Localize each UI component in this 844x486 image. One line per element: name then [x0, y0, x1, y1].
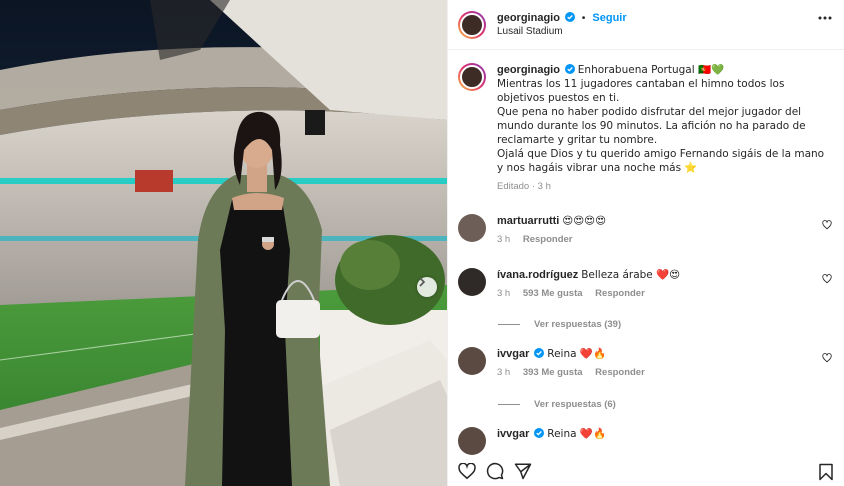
- comment-body: ivvgar Reina ❤️🔥 3 h 393 Me gusta Respon…: [497, 347, 832, 380]
- reply-button[interactable]: Responder: [595, 367, 645, 378]
- comment-username[interactable]: ivvgar: [497, 428, 529, 440]
- caption-line-4: Ojalá que Dios y tu querido amigo Fernan…: [497, 148, 825, 174]
- comment-meta: 3 h 393 Me gusta Responder: [497, 366, 832, 380]
- comment-item: ivvgar Reina ❤️🔥 3 h 393 Me gusta Respon…: [458, 347, 832, 380]
- caption-username[interactable]: georginagio: [497, 64, 560, 76]
- comment-meta: 3 h Responder: [497, 233, 832, 247]
- comment-username[interactable]: ivvgar: [497, 348, 529, 360]
- reply-button[interactable]: Responder: [595, 288, 645, 299]
- author-username[interactable]: georginagio: [497, 12, 560, 24]
- caption-meta: Editado · 3 h: [497, 181, 551, 192]
- author-avatar[interactable]: [458, 10, 486, 39]
- post-header: georginagio • Seguir Lusail Stadium: [448, 0, 844, 50]
- comment-text: Reina ❤️🔥: [547, 348, 607, 360]
- heart-icon[interactable]: [458, 462, 476, 480]
- comment-item: ívana.rodríguez Belleza árabe ❤️😍 3 h 59…: [458, 268, 832, 301]
- comment-body: ivvgar Reina ❤️🔥: [497, 427, 832, 455]
- heart-icon[interactable]: [822, 274, 832, 284]
- view-replies-label: Ver respuestas (6): [534, 399, 616, 410]
- caption: georginagio Enhorabuena Portugal 🇵🇹💚 Mie…: [458, 63, 832, 194]
- verified-icon: [564, 64, 575, 74]
- comment-time: 3 h: [497, 367, 511, 378]
- verified-icon: [564, 11, 575, 22]
- commenter-avatar[interactable]: [458, 347, 486, 375]
- post-action-bar: [448, 456, 844, 486]
- header-text: georginagio • Seguir Lusail Stadium: [497, 11, 627, 39]
- comment-item: martuarrutti 😍😍😍😍 3 h Responder: [458, 214, 832, 247]
- comment-username[interactable]: ívana.rodríguez: [497, 269, 578, 281]
- separator-dot: •: [581, 11, 586, 24]
- heart-icon[interactable]: [822, 353, 832, 363]
- verified-icon: [534, 348, 545, 358]
- caption-line-3: Que pena no haber podido disfrutar del m…: [497, 106, 806, 146]
- comment-likes[interactable]: 593 Me gusta: [523, 288, 583, 299]
- comment-time: 3 h: [497, 234, 511, 245]
- next-photo-button[interactable]: [417, 277, 437, 297]
- replies-divider: [498, 324, 520, 325]
- comment-time: 3 h: [497, 288, 511, 299]
- comment-text: Belleza árabe ❤️😍: [581, 269, 681, 281]
- commenter-avatar[interactable]: [458, 214, 486, 242]
- comment-username[interactable]: martuarrutti: [497, 215, 559, 227]
- share-icon[interactable]: [514, 462, 532, 480]
- reply-button[interactable]: Responder: [523, 234, 573, 245]
- follow-button[interactable]: Seguir: [592, 12, 626, 24]
- comment-text: 😍😍😍😍: [562, 215, 607, 227]
- commenter-avatar[interactable]: [458, 268, 486, 296]
- comment-likes[interactable]: 393 Me gusta: [523, 367, 583, 378]
- view-replies-button[interactable]: Ver respuestas (39): [498, 319, 621, 330]
- comment-item: ivvgar Reina ❤️🔥: [458, 427, 832, 455]
- verified-icon: [534, 428, 545, 438]
- comment-text: Reina ❤️🔥: [547, 428, 607, 440]
- chevron-right-icon: [419, 277, 426, 287]
- comment-icon[interactable]: [486, 462, 504, 480]
- view-replies-label: Ver respuestas (39): [534, 319, 622, 330]
- comment-meta: 3 h 593 Me gusta Responder: [497, 287, 832, 301]
- comment-body: martuarrutti 😍😍😍😍 3 h Responder: [497, 214, 832, 247]
- post-location[interactable]: Lusail Stadium: [497, 25, 627, 39]
- comment-body: ívana.rodríguez Belleza árabe ❤️😍 3 h 59…: [497, 268, 832, 301]
- stadium-photo-illustration: [0, 0, 447, 486]
- caption-line-1: Enhorabuena Portugal 🇵🇹💚: [577, 64, 725, 76]
- bookmark-icon[interactable]: [818, 463, 834, 481]
- more-icon[interactable]: [818, 16, 832, 20]
- caption-line-2: Mientras los 11 jugadores cantaban el hi…: [497, 78, 785, 104]
- author-avatar[interactable]: [458, 63, 486, 91]
- instagram-post-view: georginagio • Seguir Lusail Stadium geor…: [0, 0, 844, 486]
- caption-body: georginagio Enhorabuena Portugal 🇵🇹💚 Mie…: [497, 63, 832, 194]
- heart-icon[interactable]: [822, 220, 832, 230]
- post-photo[interactable]: [0, 0, 447, 486]
- replies-divider: [498, 404, 520, 405]
- post-side-panel: georginagio • Seguir Lusail Stadium geor…: [447, 0, 844, 486]
- commenter-avatar[interactable]: [458, 427, 486, 455]
- view-replies-button[interactable]: Ver respuestas (6): [498, 399, 616, 410]
- comments-section: georginagio Enhorabuena Portugal 🇵🇹💚 Mie…: [448, 51, 844, 486]
